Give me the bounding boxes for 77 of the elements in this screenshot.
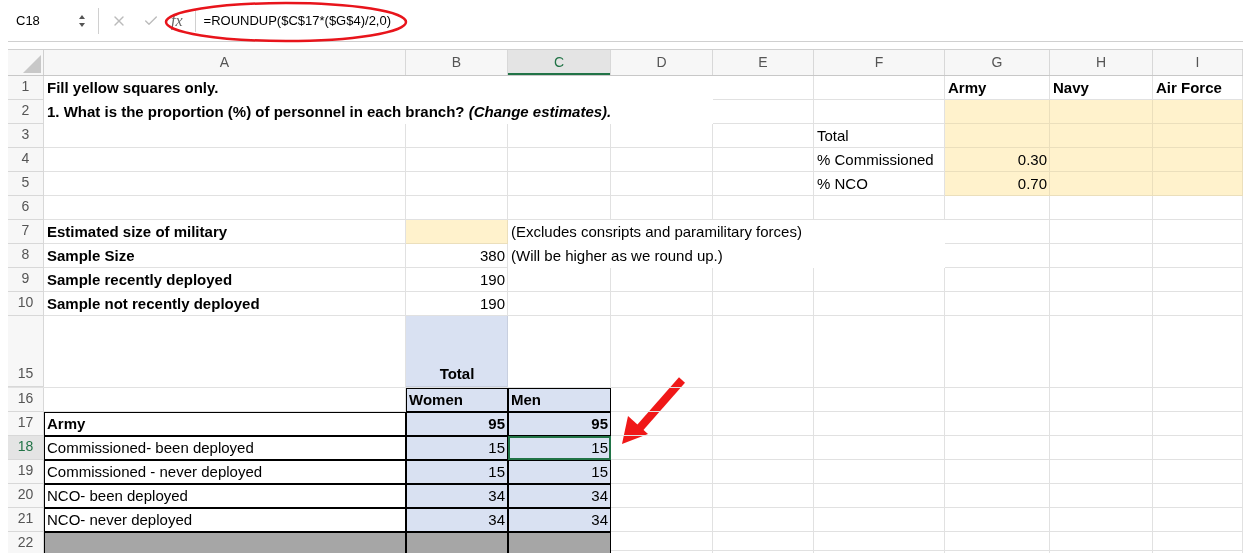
spreadsheet-cell[interactable]: 0.30 — [945, 148, 1050, 172]
column-header[interactable]: F — [814, 50, 945, 75]
row-header[interactable]: 22 — [8, 532, 44, 553]
spreadsheet-cell[interactable]: Commissioned - never deployed — [44, 460, 406, 484]
column-header[interactable]: H — [1050, 50, 1153, 75]
row-header[interactable]: 16 — [8, 388, 44, 412]
spreadsheet-cell[interactable]: 190 — [406, 268, 508, 292]
row-header[interactable]: 18 — [8, 436, 44, 460]
row-header[interactable]: 21 — [8, 508, 44, 532]
spreadsheet-cell[interactable] — [945, 124, 1050, 148]
spreadsheet-cell[interactable]: 95 — [508, 412, 611, 436]
row-header[interactable]: 2 — [8, 100, 44, 124]
spreadsheet-cell[interactable] — [1153, 172, 1243, 196]
spreadsheet-cell[interactable] — [1050, 172, 1153, 196]
spreadsheet-cell[interactable]: NCO- never deployed — [44, 508, 406, 532]
spreadsheet-cell[interactable]: Army — [945, 76, 1050, 100]
spreadsheet-cell[interactable]: 380 — [406, 244, 508, 268]
spreadsheet-cell[interactable]: Men — [508, 388, 611, 412]
row-header[interactable]: 10 — [8, 292, 44, 316]
row-header[interactable]: 7 — [8, 220, 44, 244]
spreadsheet-cell[interactable]: Fill yellow squares only. — [44, 76, 713, 100]
name-box[interactable]: C18 — [8, 5, 78, 36]
spreadsheet-cell[interactable]: Sample Size — [44, 244, 406, 268]
spreadsheet-cell[interactable]: Total — [814, 124, 945, 148]
spreadsheet-cell[interactable]: 15 — [406, 436, 508, 460]
spreadsheet-cell[interactable] — [406, 532, 508, 553]
column-header[interactable]: G — [945, 50, 1050, 75]
spreadsheet-cell[interactable]: Women — [406, 388, 508, 412]
spreadsheet-cell[interactable]: 34 — [406, 484, 508, 508]
row-header[interactable]: 9 — [8, 268, 44, 292]
spreadsheet-cell[interactable]: Commissioned- been deployed — [44, 436, 406, 460]
row-header[interactable]: 5 — [8, 172, 44, 196]
row-header[interactable]: 20 — [8, 484, 44, 508]
spreadsheet-cell[interactable]: Sample not recently deployed — [44, 292, 406, 316]
spreadsheet-cell[interactable] — [1050, 100, 1153, 124]
spreadsheet-cell[interactable]: Total — [406, 316, 508, 387]
row-header[interactable]: 3 — [8, 124, 44, 148]
spreadsheet-cell[interactable]: 190 — [406, 292, 508, 316]
spreadsheet-cell[interactable]: (Will be higher as we round up.) — [508, 244, 945, 268]
row-header[interactable]: 19 — [8, 460, 44, 484]
column-header[interactable]: D — [611, 50, 713, 75]
column-header[interactable]: C — [508, 50, 611, 75]
spreadsheet-cell[interactable]: % Commissioned — [814, 148, 945, 172]
row-header[interactable]: 6 — [8, 196, 44, 220]
spreadsheet-cell[interactable]: 34 — [508, 508, 611, 532]
row-header[interactable]: 8 — [8, 244, 44, 268]
spinner-icon[interactable] — [78, 13, 86, 28]
spreadsheet-cell[interactable]: 34 — [508, 484, 611, 508]
select-all-icon[interactable] — [23, 55, 41, 73]
spreadsheet-cell[interactable]: Army — [44, 412, 406, 436]
spreadsheet-cell[interactable]: Estimated size of military — [44, 220, 406, 244]
spreadsheet-cell[interactable]: 95 — [406, 412, 508, 436]
spreadsheet-cell[interactable] — [945, 100, 1050, 124]
spreadsheet-cell[interactable]: % NCO — [814, 172, 945, 196]
spreadsheet-cell[interactable] — [406, 220, 508, 244]
column-header[interactable]: A — [44, 50, 406, 75]
spreadsheet-cell[interactable]: Air Force — [1153, 76, 1243, 100]
row-header[interactable]: 15 — [8, 316, 44, 387]
column-header[interactable]: E — [713, 50, 814, 75]
spreadsheet-cell[interactable] — [508, 532, 611, 553]
spreadsheet-cell[interactable]: 34 — [406, 508, 508, 532]
spreadsheet-cell[interactable]: NCO- been deployed — [44, 484, 406, 508]
row-header[interactable]: 1 — [8, 76, 44, 100]
spreadsheet-cell[interactable]: (Excludes consripts and paramilitary forces) — [508, 220, 945, 244]
row-header[interactable]: 17 — [8, 412, 44, 436]
formula-field[interactable]: =ROUNDUP($C$17*($G$4)/2,0) — [194, 9, 995, 32]
row-header[interactable]: 4 — [8, 148, 44, 172]
spreadsheet-cell[interactable]: Navy — [1050, 76, 1153, 100]
spreadsheet-cell[interactable] — [1153, 100, 1243, 124]
spreadsheet-cell[interactable] — [44, 532, 406, 553]
spreadsheet-cell[interactable]: 15 — [508, 436, 611, 460]
spreadsheet-cell[interactable]: Sample recently deployed — [44, 268, 406, 292]
spreadsheet-cell[interactable]: 1. What is the proportion (%) of personnel in each branch? (Change estimates). — [44, 100, 713, 124]
spreadsheet-cell[interactable]: 0.70 — [945, 172, 1050, 196]
spreadsheet-cell[interactable]: 15 — [406, 460, 508, 484]
column-header[interactable]: I — [1153, 50, 1243, 75]
spreadsheet-cell[interactable]: 15 — [508, 460, 611, 484]
